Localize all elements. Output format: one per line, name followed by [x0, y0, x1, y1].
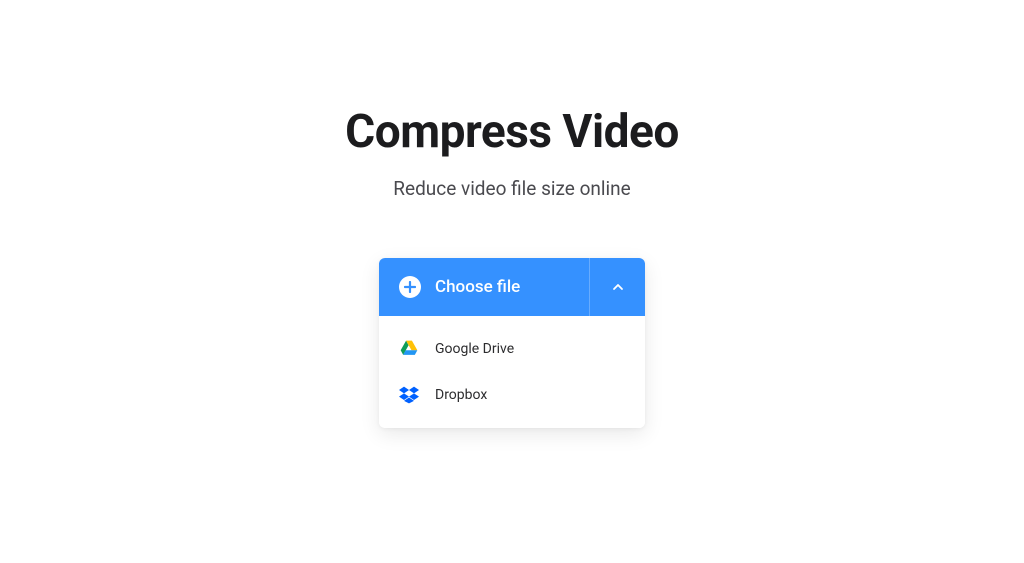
dropdown-menu: Google Drive Dropbox — [379, 316, 645, 428]
choose-file-label: Choose file — [435, 277, 520, 297]
dropdown-item-label: Dropbox — [435, 387, 487, 403]
chevron-up-icon — [611, 280, 625, 294]
plus-icon — [399, 276, 421, 298]
page-title: Compress Video — [345, 105, 679, 159]
dropbox-icon — [399, 385, 419, 405]
dropdown-toggle-button[interactable] — [589, 258, 645, 316]
choose-file-button[interactable]: Choose file — [379, 258, 589, 316]
page-subtitle: Reduce video file size online — [393, 177, 630, 200]
upload-widget: Choose file Google Drive — [379, 258, 645, 428]
choose-file-row: Choose file — [379, 258, 645, 316]
dropdown-item-label: Google Drive — [435, 341, 514, 357]
google-drive-icon — [399, 339, 419, 359]
dropdown-item-google-drive[interactable]: Google Drive — [379, 326, 645, 372]
dropdown-item-dropbox[interactable]: Dropbox — [379, 372, 645, 418]
